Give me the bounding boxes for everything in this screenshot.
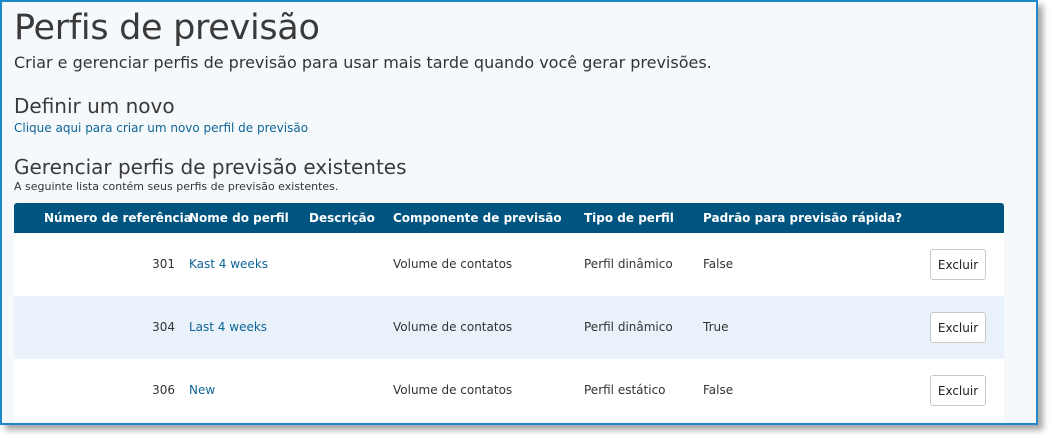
component-cell: Volume de contatos bbox=[393, 383, 513, 397]
type-cell: Perfil estático bbox=[584, 383, 666, 397]
table-row: 304 Last 4 weeks Volume de contatos Perf… bbox=[14, 296, 1004, 359]
profile-name-link[interactable]: New bbox=[189, 383, 215, 397]
profile-name-link[interactable]: Last 4 weeks bbox=[189, 320, 267, 334]
column-header-component[interactable]: Componente de previsão bbox=[393, 211, 562, 225]
ref-cell: 301 bbox=[152, 257, 175, 271]
table-row: 306 New Volume de contatos Perfil estáti… bbox=[14, 359, 1004, 422]
default-cell: False bbox=[703, 383, 734, 397]
component-cell: Volume de contatos bbox=[393, 320, 513, 334]
define-new-heading: Definir um novo bbox=[14, 94, 175, 118]
profiles-table: Número de referência Nome do perfil Desc… bbox=[14, 203, 1004, 422]
page-frame: Perfis de previsão Criar e gerenciar per… bbox=[0, 0, 1038, 425]
column-header-type[interactable]: Tipo de perfil bbox=[584, 211, 674, 225]
create-profile-link[interactable]: Clique aqui para criar um novo perfil de… bbox=[14, 121, 308, 135]
column-header-name[interactable]: Nome do perfil bbox=[189, 211, 289, 225]
component-cell: Volume de contatos bbox=[393, 257, 513, 271]
profile-name-link[interactable]: Kast 4 weeks bbox=[189, 257, 268, 271]
manage-profiles-heading: Gerenciar perfis de previsão existentes bbox=[14, 155, 407, 179]
table-header: Número de referência Nome do perfil Desc… bbox=[14, 203, 1004, 233]
column-header-ref[interactable]: Número de referência bbox=[44, 211, 192, 225]
column-header-default[interactable]: Padrão para previsão rápida? bbox=[703, 211, 902, 225]
column-header-description[interactable]: Descrição bbox=[309, 211, 375, 225]
type-cell: Perfil dinâmico bbox=[584, 257, 673, 271]
default-cell: False bbox=[703, 257, 734, 271]
ref-cell: 306 bbox=[152, 383, 175, 397]
type-cell: Perfil dinâmico bbox=[584, 320, 673, 334]
delete-button[interactable]: Excluir bbox=[930, 312, 986, 343]
page-subtitle: Criar e gerenciar perfis de previsão par… bbox=[14, 53, 712, 72]
ref-cell: 304 bbox=[152, 320, 175, 334]
table-row: 301 Kast 4 weeks Volume de contatos Perf… bbox=[14, 233, 1004, 296]
manage-profiles-description: A seguinte lista contém seus perfis de p… bbox=[14, 180, 339, 193]
delete-button[interactable]: Excluir bbox=[930, 249, 986, 280]
page-title: Perfis de previsão bbox=[14, 8, 320, 48]
default-cell: True bbox=[703, 320, 729, 334]
delete-button[interactable]: Excluir bbox=[930, 375, 986, 406]
